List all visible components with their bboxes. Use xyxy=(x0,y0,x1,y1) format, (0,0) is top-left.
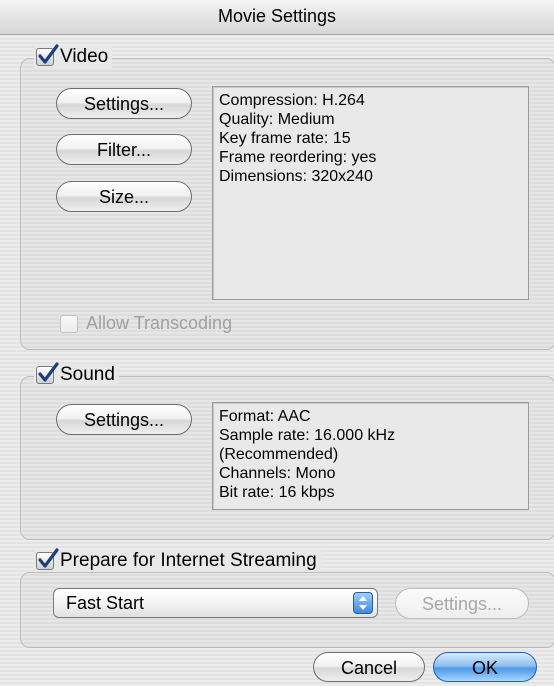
video-label: Video xyxy=(60,46,109,67)
sound-info-line: Sample rate: 16.000 kHz xyxy=(219,427,396,444)
allow-transcoding-label: Allow Transcoding xyxy=(86,313,233,333)
video-size-button[interactable]: Size... xyxy=(56,181,192,212)
video-info-line: Quality: Medium xyxy=(219,111,335,128)
video-filter-button[interactable]: Filter... xyxy=(56,134,192,165)
video-checkbox[interactable] xyxy=(36,44,59,66)
sound-info-line: (Recommended) xyxy=(219,446,339,463)
video-info-line: Key frame rate: 15 xyxy=(219,130,351,147)
sound-group-header: Sound xyxy=(34,362,119,386)
video-info-line: Dimensions: 320x240 xyxy=(219,168,373,185)
sound-checkbox[interactable] xyxy=(36,362,59,384)
check-icon xyxy=(38,44,59,64)
sound-info-line: Channels: Mono xyxy=(219,465,336,482)
video-info-line: Frame reordering: yes xyxy=(219,149,377,166)
sound-info-line: Bit rate: 16 kbps xyxy=(219,484,335,501)
ok-button[interactable]: OK xyxy=(433,652,537,682)
streaming-group-header: Prepare for Internet Streaming xyxy=(34,548,321,572)
allow-transcoding-checkbox[interactable] xyxy=(60,314,78,333)
streaming-mode-value: Fast Start xyxy=(66,593,145,613)
title-bar: Movie Settings xyxy=(0,0,554,35)
streaming-label: Prepare for Internet Streaming xyxy=(60,550,317,571)
allow-transcoding-row[interactable]: Allow Transcoding xyxy=(60,313,232,334)
video-group-header: Video xyxy=(34,44,113,68)
sound-label: Sound xyxy=(60,364,115,385)
video-info-box: Compression: H.264 Quality: Medium Key f… xyxy=(212,86,529,300)
check-icon xyxy=(38,362,59,382)
check-icon xyxy=(38,548,59,568)
streaming-settings-button[interactable]: Settings... xyxy=(395,588,529,619)
sound-settings-button[interactable]: Settings... xyxy=(56,404,192,435)
streaming-mode-select[interactable]: Fast Start xyxy=(53,588,378,618)
sound-info-line: Format: AAC xyxy=(219,408,311,425)
window-title: Movie Settings xyxy=(217,6,337,26)
streaming-checkbox[interactable] xyxy=(36,548,59,570)
video-settings-button[interactable]: Settings... xyxy=(56,88,192,119)
sound-info-box: Format: AAC Sample rate: 16.000 kHz (Rec… xyxy=(212,402,529,510)
up-down-arrows-icon xyxy=(353,592,373,614)
cancel-button[interactable]: Cancel xyxy=(313,652,425,682)
video-info-line: Compression: H.264 xyxy=(219,92,365,109)
